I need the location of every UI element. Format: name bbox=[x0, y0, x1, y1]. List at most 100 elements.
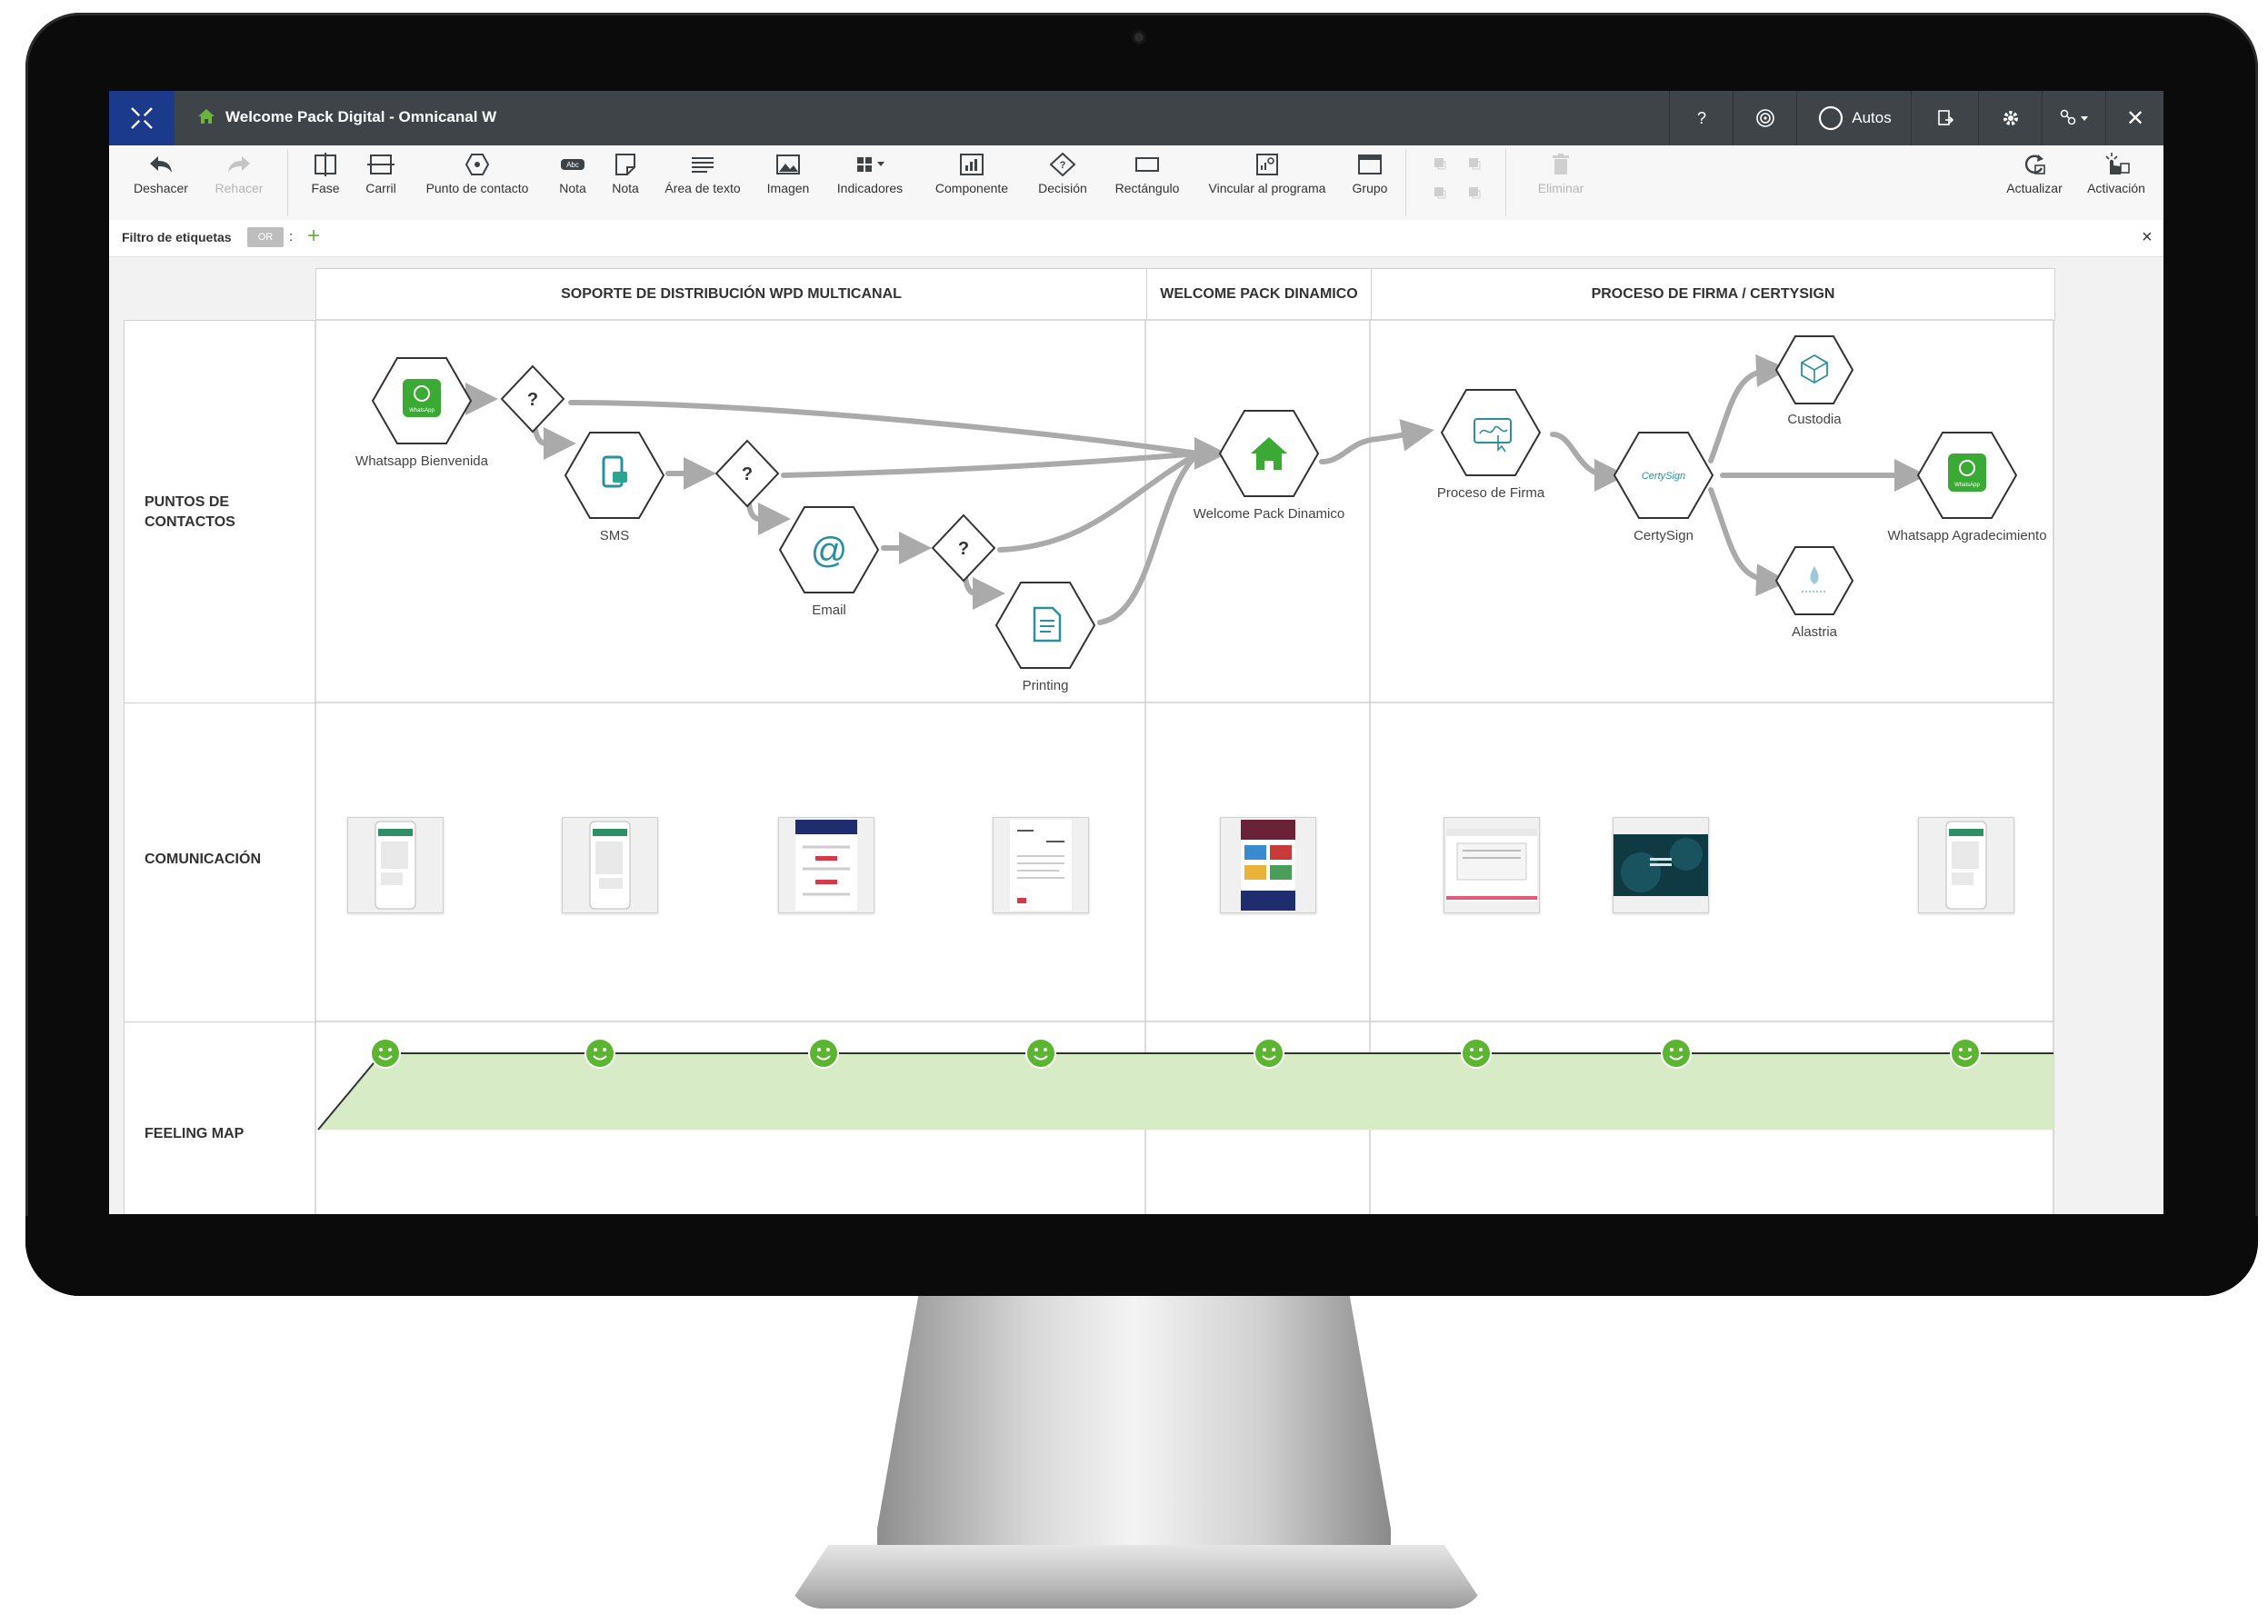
svg-text:Abc: Abc bbox=[566, 161, 579, 169]
settings-button[interactable] bbox=[1978, 91, 2043, 145]
image-button[interactable]: Imagen bbox=[754, 153, 822, 195]
toolbar-separator bbox=[1405, 149, 1406, 216]
link-program-label: Vincular al programa bbox=[1208, 181, 1326, 195]
lane-button[interactable]: Carril bbox=[353, 153, 409, 195]
rectangle-icon bbox=[1135, 157, 1159, 172]
happy-face-icon[interactable] bbox=[584, 1038, 615, 1069]
undo-label: Deshacer bbox=[134, 181, 188, 195]
arrange-icon bbox=[1434, 158, 1481, 199]
text-area-label: Área de texto bbox=[664, 181, 741, 195]
happy-face-icon[interactable] bbox=[1254, 1038, 1284, 1069]
target-icon bbox=[1756, 109, 1774, 127]
autos-toggle[interactable]: Autos bbox=[1796, 91, 1912, 145]
tag-filter-label: Filtro de etiquetas bbox=[122, 230, 232, 244]
target-button[interactable] bbox=[1733, 91, 1797, 145]
app-logo-icon bbox=[131, 107, 153, 129]
activation-label: Activación bbox=[2087, 181, 2145, 195]
note-abc-button[interactable]: Abc Nota bbox=[545, 153, 600, 195]
activation-button[interactable]: Activación bbox=[2074, 153, 2158, 195]
delete-button[interactable]: Eliminar bbox=[1518, 153, 1604, 195]
touchpoint-label: Punto de contacto bbox=[425, 181, 529, 195]
link-program-button[interactable]: Vincular al programa bbox=[1194, 153, 1340, 195]
toolbar-separator bbox=[287, 149, 288, 216]
refresh-icon bbox=[2024, 154, 2045, 174]
help-button[interactable]: ? bbox=[1669, 91, 1733, 145]
touchpoint-button[interactable]: Punto de contacto bbox=[409, 153, 545, 195]
redo-button[interactable]: Rehacer bbox=[200, 153, 278, 195]
indicators-button[interactable]: Indicadores bbox=[822, 153, 918, 195]
feeling-map bbox=[317, 1038, 2053, 1131]
monitor-chin bbox=[25, 1216, 2258, 1296]
title-bar: Welcome Pack Digital - Omnicanal W ? Aut… bbox=[109, 91, 2163, 145]
arrange-buttons[interactable] bbox=[1418, 153, 1500, 212]
lane-icon bbox=[367, 154, 395, 174]
decision-label: Decisión bbox=[1038, 181, 1087, 195]
note-label: Nota bbox=[612, 181, 639, 195]
journey-canvas[interactable]: SOPORTE DE DISTRIBUCIÓN WPD MULTICANAL W… bbox=[109, 257, 2163, 1214]
decision-button[interactable]: ? Decisión bbox=[1025, 153, 1100, 195]
help-label: ? bbox=[1696, 108, 1706, 127]
phase-icon bbox=[315, 153, 336, 176]
toolbar-separator bbox=[1505, 149, 1506, 216]
filter-close-icon[interactable]: × bbox=[2142, 227, 2153, 248]
redo-label: Rehacer bbox=[215, 181, 264, 195]
phase-label: Fase bbox=[311, 181, 340, 195]
group-icon bbox=[1358, 154, 1382, 174]
indicators-label: Indicadores bbox=[836, 181, 904, 195]
rectangle-button[interactable]: Rectángulo bbox=[1100, 153, 1194, 195]
feeling-map-area bbox=[318, 1053, 2053, 1130]
component-button[interactable]: Componente bbox=[918, 153, 1025, 195]
redo-icon bbox=[228, 156, 250, 173]
rectangle-label: Rectángulo bbox=[1114, 181, 1180, 195]
phase-button[interactable]: Fase bbox=[298, 153, 353, 195]
trash-icon bbox=[1553, 154, 1569, 174]
share-dropdown-icon bbox=[2060, 109, 2088, 125]
toolbar: Deshacer Rehacer Fase Carril Punto de co… bbox=[109, 145, 2163, 221]
export-button[interactable] bbox=[1911, 91, 1979, 145]
decision-icon: ? bbox=[1049, 153, 1076, 176]
component-label: Componente bbox=[934, 181, 1009, 195]
gear-icon bbox=[2003, 111, 2018, 125]
image-label: Imagen bbox=[766, 181, 810, 195]
link-program-icon bbox=[1256, 154, 1278, 175]
text-area-button[interactable]: Área de texto bbox=[651, 153, 754, 195]
lane-label: Carril bbox=[365, 181, 396, 195]
happy-face-icon[interactable] bbox=[1461, 1038, 1492, 1069]
refresh-button[interactable]: Actualizar bbox=[1994, 153, 2074, 195]
undo-button[interactable]: Deshacer bbox=[122, 153, 200, 195]
monitor-base bbox=[786, 1545, 1486, 1609]
autos-circle-icon bbox=[1819, 105, 1843, 131]
text-area-icon bbox=[692, 157, 714, 173]
note-abc-label: Nota bbox=[559, 181, 586, 195]
happy-face-icon[interactable] bbox=[808, 1038, 839, 1069]
group-label: Grupo bbox=[1352, 181, 1388, 195]
indicators-icon bbox=[857, 157, 884, 172]
monitor-stand bbox=[877, 1296, 1391, 1587]
refresh-label: Actualizar bbox=[2006, 181, 2063, 195]
close-icon: ✕ bbox=[2125, 105, 2145, 131]
component-icon bbox=[960, 154, 984, 175]
app-logo[interactable] bbox=[109, 91, 175, 145]
activation-icon bbox=[2105, 153, 2130, 174]
home-icon[interactable] bbox=[197, 107, 215, 125]
close-button[interactable]: ✕ bbox=[2105, 91, 2163, 145]
group-button[interactable]: Grupo bbox=[1340, 153, 1400, 195]
delete-label: Eliminar bbox=[1537, 181, 1584, 195]
undo-icon bbox=[150, 156, 172, 173]
export-icon bbox=[1938, 110, 1954, 125]
image-icon bbox=[776, 154, 800, 174]
tag-filter-bar: Filtro de etiquetas OR : + × bbox=[109, 220, 2163, 257]
filter-operator-toggle[interactable]: OR bbox=[247, 227, 284, 247]
add-tag-button[interactable]: + bbox=[307, 224, 320, 249]
note-button[interactable]: Nota bbox=[600, 153, 651, 195]
filter-colon: : bbox=[289, 229, 294, 244]
happy-face-icon[interactable] bbox=[1025, 1038, 1056, 1069]
share-menu-button[interactable] bbox=[2042, 91, 2106, 145]
happy-face-icon[interactable] bbox=[1950, 1038, 1981, 1069]
note-icon bbox=[615, 154, 635, 175]
happy-face-icon[interactable] bbox=[1661, 1038, 1692, 1069]
svg-text:?: ? bbox=[1060, 160, 1066, 171]
document-title: Welcome Pack Digital - Omnicanal W bbox=[225, 108, 497, 125]
happy-face-icon[interactable] bbox=[370, 1038, 401, 1069]
note-abc-icon: Abc bbox=[561, 159, 584, 170]
